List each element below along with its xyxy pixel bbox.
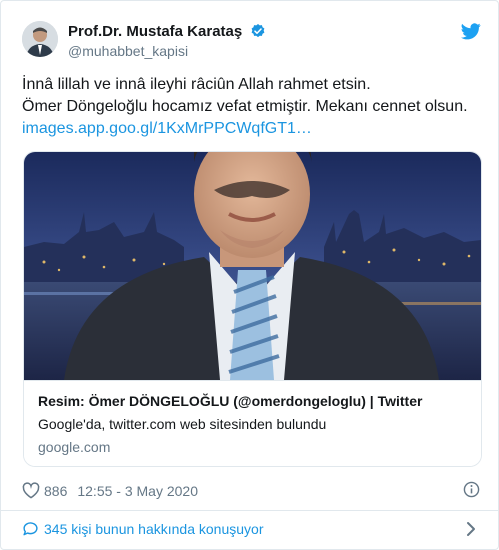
chevron-right-icon[interactable] <box>464 521 478 537</box>
tweet-meta: 886 12:55 - 3 May 2020 <box>22 482 198 499</box>
tweet-text: İnnâ lillah ve innâ ileyhi râciûn Allah … <box>22 74 482 140</box>
twitter-bird-icon[interactable] <box>461 23 481 40</box>
info-icon[interactable] <box>463 481 480 498</box>
preview-image <box>24 152 481 380</box>
preview-title: Resim: Ömer DÖNGELOĞLU (@omerdongeloglu)… <box>38 393 423 409</box>
heart-icon[interactable] <box>22 482 40 499</box>
divider <box>1 510 498 511</box>
author-name-row[interactable]: Prof.Dr. Mustafa Karataş <box>68 23 266 40</box>
link-preview-card[interactable]: Resim: Ömer DÖNGELOĞLU (@omerdongeloglu)… <box>23 151 482 467</box>
verified-badge-icon <box>252 24 265 38</box>
preview-description: Google'da, twitter.com web sitesinden bu… <box>38 416 327 432</box>
avatar-image <box>22 21 58 57</box>
author-name[interactable]: Prof.Dr. Mustafa Karataş <box>68 23 242 40</box>
tweet-link[interactable]: images.app.goo.gl/1KxMrPPCWqfGT1… <box>22 120 312 137</box>
tweet-line-2: Ömer Döngeloğlu hocamız vefat etmiştir. … <box>22 98 468 115</box>
conversation-link[interactable]: 345 kişi bunun hakkında konuşuyor <box>22 521 263 537</box>
tweet-line-1: İnnâ lillah ve innâ ileyhi râciûn Allah … <box>22 76 371 93</box>
like-count[interactable]: 886 <box>44 483 67 499</box>
tweet-timestamp[interactable]: 12:55 - 3 May 2020 <box>77 483 198 499</box>
preview-domain: google.com <box>38 439 111 455</box>
conversation-count-text[interactable]: 345 kişi bunun hakkında konuşuyor <box>44 521 263 537</box>
author-handle[interactable]: @muhabbet_kapisi <box>68 43 188 59</box>
tweet-card: Prof.Dr. Mustafa Karataş @muhabbet_kapis… <box>0 0 499 550</box>
preview-caption: Resim: Ömer DÖNGELOĞLU (@omerdongeloglu)… <box>24 380 481 466</box>
avatar[interactable] <box>22 21 58 57</box>
speech-bubble-icon <box>23 522 38 536</box>
